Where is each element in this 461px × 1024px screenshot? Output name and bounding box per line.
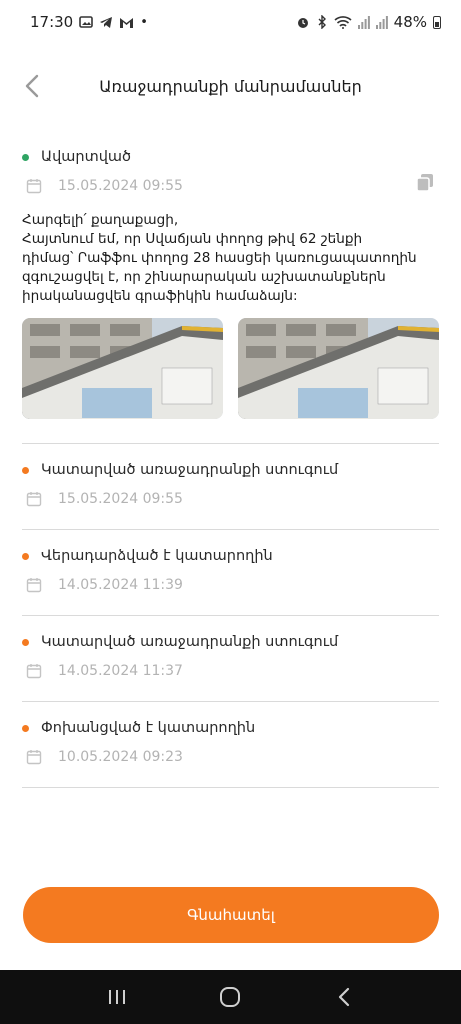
status-date-row: 14.05.2024 11:39 (22, 570, 439, 600)
status-item: Փոխանցված է կատարողին 10.05.2024 09:23 (22, 702, 439, 788)
status-date-row: 10.05.2024 09:23 (22, 742, 439, 772)
back-button[interactable] (16, 68, 48, 104)
status-date: 15.05.2024 09:55 (58, 491, 183, 507)
status-date: 15.05.2024 09:55 (58, 178, 183, 194)
header: Առաջադրանքի մանրամասներ (0, 60, 461, 112)
status-date: 10.05.2024 09:23 (58, 749, 183, 765)
status-bar-left: 17:30 • (30, 13, 148, 31)
calendar-icon (26, 179, 42, 194)
calendar-icon (26, 664, 42, 679)
status-date-row: 15.05.2024 09:55 (22, 171, 439, 201)
status-item: Վերադարձված է կատարողին 14.05.2024 11:39 (22, 530, 439, 616)
status-date-row: 14.05.2024 11:37 (22, 656, 439, 686)
nav-recent-button[interactable] (97, 977, 137, 1017)
status-item-head: Ավարտված (22, 143, 439, 171)
attachment-photos (22, 318, 439, 419)
status-date-row: 15.05.2024 09:55 (22, 484, 439, 514)
signal-icon-1 (357, 16, 370, 29)
status-date: 14.05.2024 11:39 (58, 577, 183, 593)
wifi-icon (334, 16, 352, 29)
status-dot-orange (22, 552, 29, 560)
signal-icon-2 (375, 16, 388, 29)
copy-icon[interactable] (415, 172, 435, 192)
status-item-head: Փոխանցված է կատարողին (22, 714, 439, 742)
status-item-head: Վերադարձված է կատարողին (22, 542, 439, 570)
status-item-head: Կատարված առաջադրանքի ստուգում (22, 628, 439, 656)
status-date: 14.05.2024 11:37 (58, 663, 183, 679)
status-dot-green (22, 153, 29, 161)
status-title: Ավարտված (41, 149, 132, 165)
construction-site-photo (22, 318, 223, 419)
status-dot-orange (22, 638, 29, 646)
message-line: զգուշացվել է, որ շինարարական աշխատանքներ… (22, 269, 386, 285)
nav-back-button[interactable] (324, 977, 364, 1017)
status-item: Կատարված առաջադրանքի ստուգում 14.05.2024… (22, 616, 439, 702)
status-item-current: Ավարտված 15.05.2024 09:55 Հարգելի՛ քաղաք… (22, 138, 439, 444)
nav-home-button[interactable] (210, 977, 250, 1017)
calendar-icon (26, 578, 42, 593)
status-item-head: Կատարված առաջադրանքի ստուգում (22, 456, 439, 484)
message-line: դիմաց՝ Րաֆֆու փողոց 28 հասցեի կառուցապատ… (22, 250, 417, 266)
system-nav-bar (0, 970, 461, 1024)
message-line: Հայտնում եմ, որ Սվաճյան փողոց թիվ 62 շեն… (22, 231, 363, 247)
status-title: Կատարված առաջադրանքի ստուգում (41, 634, 339, 650)
status-title: Փոխանցված է կատարողին (41, 720, 256, 736)
page-title: Առաջադրանքի մանրամասներ (99, 76, 362, 96)
notification-dot: • (140, 14, 148, 30)
chevron-left-icon (25, 74, 39, 98)
status-time: 17:30 (30, 13, 74, 31)
bluetooth-icon (318, 15, 326, 29)
status-bar: 17:30 • 48% (0, 0, 461, 44)
message-line: Հարգելի՛ քաղաքացի, (22, 212, 179, 228)
battery-icon (433, 15, 441, 29)
rate-button[interactable]: Գնահատել (23, 887, 439, 943)
home-icon (220, 987, 241, 1007)
status-dot-orange (22, 466, 29, 474)
status-title: Վերադարձված է կատարողին (41, 548, 273, 564)
message-line: իրականացվեն գրաֆիկին համաձայն: (22, 288, 298, 304)
status-history-list: Ավարտված 15.05.2024 09:55 Հարգելի՛ քաղաք… (22, 138, 439, 788)
battery-percent: 48% (393, 13, 427, 31)
status-title: Կատարված առաջադրանքի ստուգում (41, 462, 339, 478)
status-dot-orange (22, 724, 29, 732)
recent-apps-icon (108, 990, 125, 1004)
attachment-photo-2[interactable] (238, 318, 439, 419)
attachment-photo-1[interactable] (22, 318, 223, 419)
calendar-icon (26, 750, 42, 765)
calendar-icon (26, 492, 42, 507)
status-item: Կատարված առաջադրանքի ստուգում 15.05.2024… (22, 444, 439, 530)
mail-notification-icon (120, 17, 134, 28)
status-message: Հարգելի՛ քաղաքացի, Հայտնում եմ, որ Սվաճյ… (22, 211, 439, 306)
gallery-notification-icon (79, 16, 94, 28)
back-icon (339, 987, 350, 1007)
alarm-icon (297, 18, 308, 28)
construction-site-photo (238, 318, 439, 419)
telegram-notification-icon (100, 17, 113, 28)
status-bar-right: 48% (296, 13, 441, 31)
